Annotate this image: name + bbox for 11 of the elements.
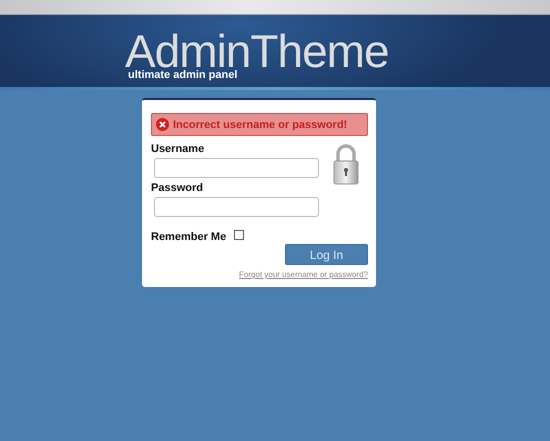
padlock-icon [333, 144, 359, 185]
password-field[interactable] [154, 197, 319, 217]
username-field[interactable] [154, 158, 319, 178]
field-label: Username [151, 143, 206, 156]
error-icon [156, 118, 169, 131]
forgot-link[interactable]: Forgot your username or password? [239, 270, 368, 279]
remember-label: Remember Me [151, 230, 226, 244]
login-button[interactable]: Log In [285, 244, 368, 265]
error-message: Incorrect username or password! [151, 113, 368, 136]
remember-checkbox[interactable] [234, 230, 244, 240]
field-label: Password [151, 182, 204, 195]
